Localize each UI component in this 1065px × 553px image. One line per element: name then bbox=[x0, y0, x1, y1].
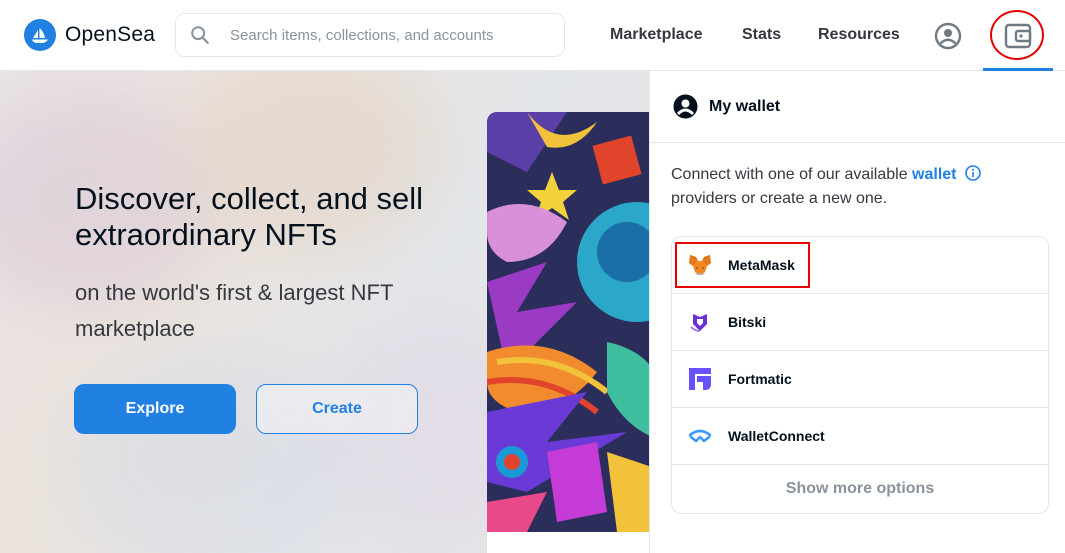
featured-nft-image bbox=[487, 112, 650, 532]
wallet-option-metamask[interactable]: MetaMask bbox=[672, 237, 1048, 294]
nav-marketplace[interactable]: Marketplace bbox=[610, 26, 703, 44]
hero-title: Discover, collect, and sell extraordinar… bbox=[75, 181, 424, 252]
wallet-provider-list: MetaMask Bitski Fortmatic WalletConnect … bbox=[671, 236, 1049, 514]
active-tab-indicator bbox=[983, 68, 1053, 71]
hero-section: Discover, collect, and sell extraordinar… bbox=[0, 71, 650, 553]
wallet-info-link[interactable]: wallet bbox=[912, 166, 956, 183]
featured-nft-card[interactable] bbox=[487, 112, 650, 553]
nav-resources[interactable]: Resources bbox=[818, 26, 900, 44]
description-text: Connect with one of our available bbox=[671, 166, 908, 183]
description-text: providers or create a new one. bbox=[671, 190, 888, 207]
show-more-options-button[interactable]: Show more options bbox=[672, 465, 1048, 513]
wallet-panel-title: My wallet bbox=[709, 97, 781, 115]
info-icon[interactable] bbox=[965, 165, 981, 181]
background-blur bbox=[60, 351, 360, 553]
search-input[interactable] bbox=[228, 25, 552, 45]
metamask-fox-icon bbox=[688, 253, 712, 277]
wallet-option-label: Bitski bbox=[728, 314, 767, 330]
search-bar[interactable] bbox=[175, 13, 565, 57]
nav-stats[interactable]: Stats bbox=[742, 26, 781, 44]
wallet-panel-description: Connect with one of our available wallet… bbox=[671, 163, 1041, 211]
fortmatic-icon bbox=[688, 367, 712, 391]
bitski-icon bbox=[688, 310, 712, 334]
wallet-panel-header: My wallet bbox=[650, 71, 1065, 143]
top-navbar: OpenSea Marketplace Stats Resources bbox=[0, 0, 1065, 71]
wallet-panel: My wallet Connect with one of our availa… bbox=[649, 71, 1065, 553]
hero-subtitle: on the world's first & largest NFT marke… bbox=[75, 280, 394, 341]
explore-button[interactable]: Explore bbox=[74, 384, 236, 434]
wallet-icon[interactable] bbox=[1003, 22, 1033, 50]
logo-text: OpenSea bbox=[65, 23, 156, 46]
account-circle-icon bbox=[673, 94, 698, 119]
wallet-option-bitski[interactable]: Bitski bbox=[672, 294, 1048, 351]
wallet-option-walletconnect[interactable]: WalletConnect bbox=[672, 408, 1048, 465]
create-button[interactable]: Create bbox=[256, 384, 418, 434]
opensea-logo[interactable]: OpenSea bbox=[24, 19, 155, 51]
opensea-boat-icon bbox=[24, 19, 56, 51]
walletconnect-icon bbox=[688, 424, 712, 448]
search-icon bbox=[191, 26, 209, 44]
wallet-option-label: MetaMask bbox=[728, 257, 795, 273]
wallet-option-fortmatic[interactable]: Fortmatic bbox=[672, 351, 1048, 408]
wallet-option-label: Fortmatic bbox=[728, 371, 792, 387]
wallet-option-label: WalletConnect bbox=[728, 428, 825, 444]
account-icon[interactable] bbox=[934, 22, 962, 50]
